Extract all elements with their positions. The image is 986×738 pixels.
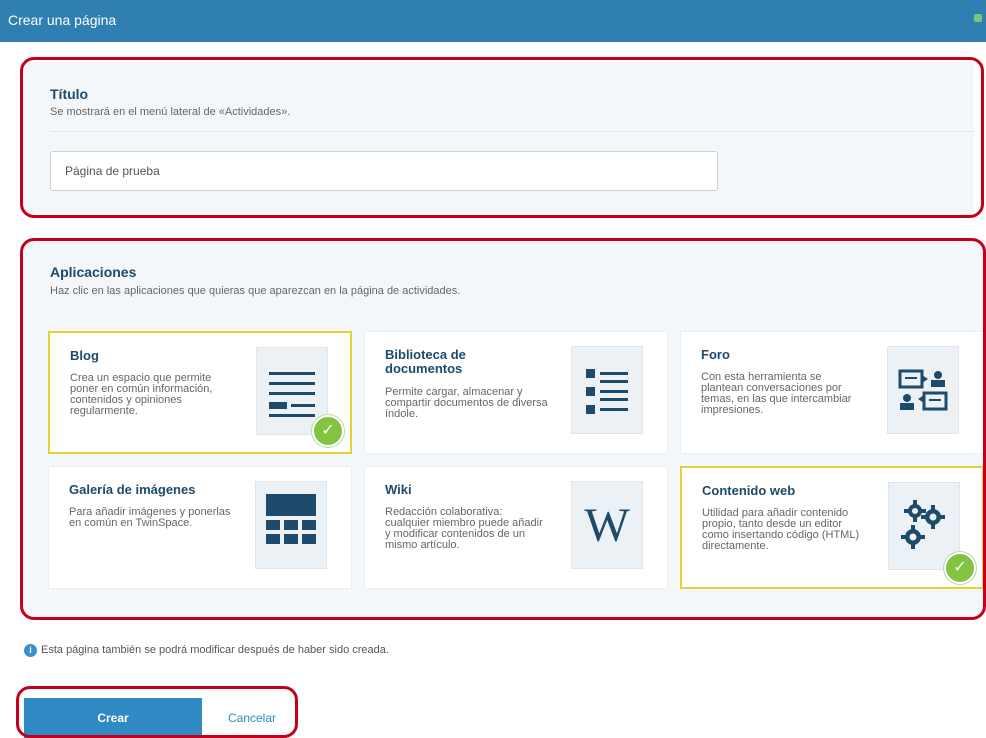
- app-desc: Crea un espacio que permite poner en com…: [70, 372, 213, 417]
- app-name: Blog: [70, 348, 99, 363]
- app-desc: Permite cargar, almacenar y compartir do…: [385, 386, 548, 420]
- forum-icon: [887, 346, 959, 434]
- app-name: Galería de imágenes: [69, 482, 196, 497]
- info-note: Esta página también se podrá modificar d…: [41, 644, 389, 656]
- cancel-button[interactable]: Cancelar: [212, 698, 292, 738]
- window-titlebar: Crear una página: [0, 0, 986, 42]
- app-card-document-library[interactable]: Biblioteca de documentos Permite cargar,…: [364, 331, 668, 454]
- check-icon: ✓: [312, 415, 344, 447]
- title-subtitle: Se mostrará en el menú lateral de «Activ…: [50, 106, 291, 118]
- app-desc: Utilidad para añadir contenido propio, t…: [702, 507, 860, 552]
- app-desc: Con esta herramienta se plantean convers…: [701, 371, 852, 416]
- app-card-web-content[interactable]: Contenido web Utilidad para añadir conte…: [680, 466, 984, 589]
- app-card-wiki[interactable]: Wiki Redacción colaborativa: cualquier m…: [364, 466, 668, 589]
- app-card-gallery[interactable]: Galería de imágenes Para añadir imágenes…: [48, 466, 352, 589]
- app-name: Wiki: [385, 482, 412, 497]
- apps-heading: Aplicaciones: [50, 264, 137, 280]
- corner-icon[interactable]: [974, 14, 982, 22]
- wiki-letter: W: [584, 499, 630, 552]
- app-name: Contenido web: [702, 483, 796, 498]
- title-panel: [24, 62, 974, 214]
- app-desc: Para añadir imágenes y ponerlas en común…: [69, 506, 231, 529]
- title-heading: Título: [50, 86, 89, 102]
- divider: [50, 131, 974, 132]
- title-input[interactable]: [50, 151, 718, 191]
- app-card-blog[interactable]: Blog Crea un espacio que permite poner e…: [48, 331, 352, 454]
- apps-subtitle: Haz clic en las aplicaciones que quieras…: [50, 285, 461, 297]
- document-library-icon: [571, 346, 643, 434]
- check-icon: ✓: [944, 552, 976, 584]
- app-desc: Redacción colaborativa: cualquier miembr…: [385, 506, 543, 551]
- app-name: Biblioteca de documentos: [385, 347, 466, 376]
- gallery-icon: [255, 481, 327, 569]
- app-card-forum[interactable]: Foro Con esta herramienta se plantean co…: [680, 331, 984, 454]
- wiki-icon: W: [571, 481, 643, 569]
- window-title: Crear una página: [8, 12, 117, 28]
- create-button[interactable]: Crear: [24, 698, 202, 738]
- info-icon: i: [24, 644, 37, 657]
- app-name: Foro: [701, 347, 730, 362]
